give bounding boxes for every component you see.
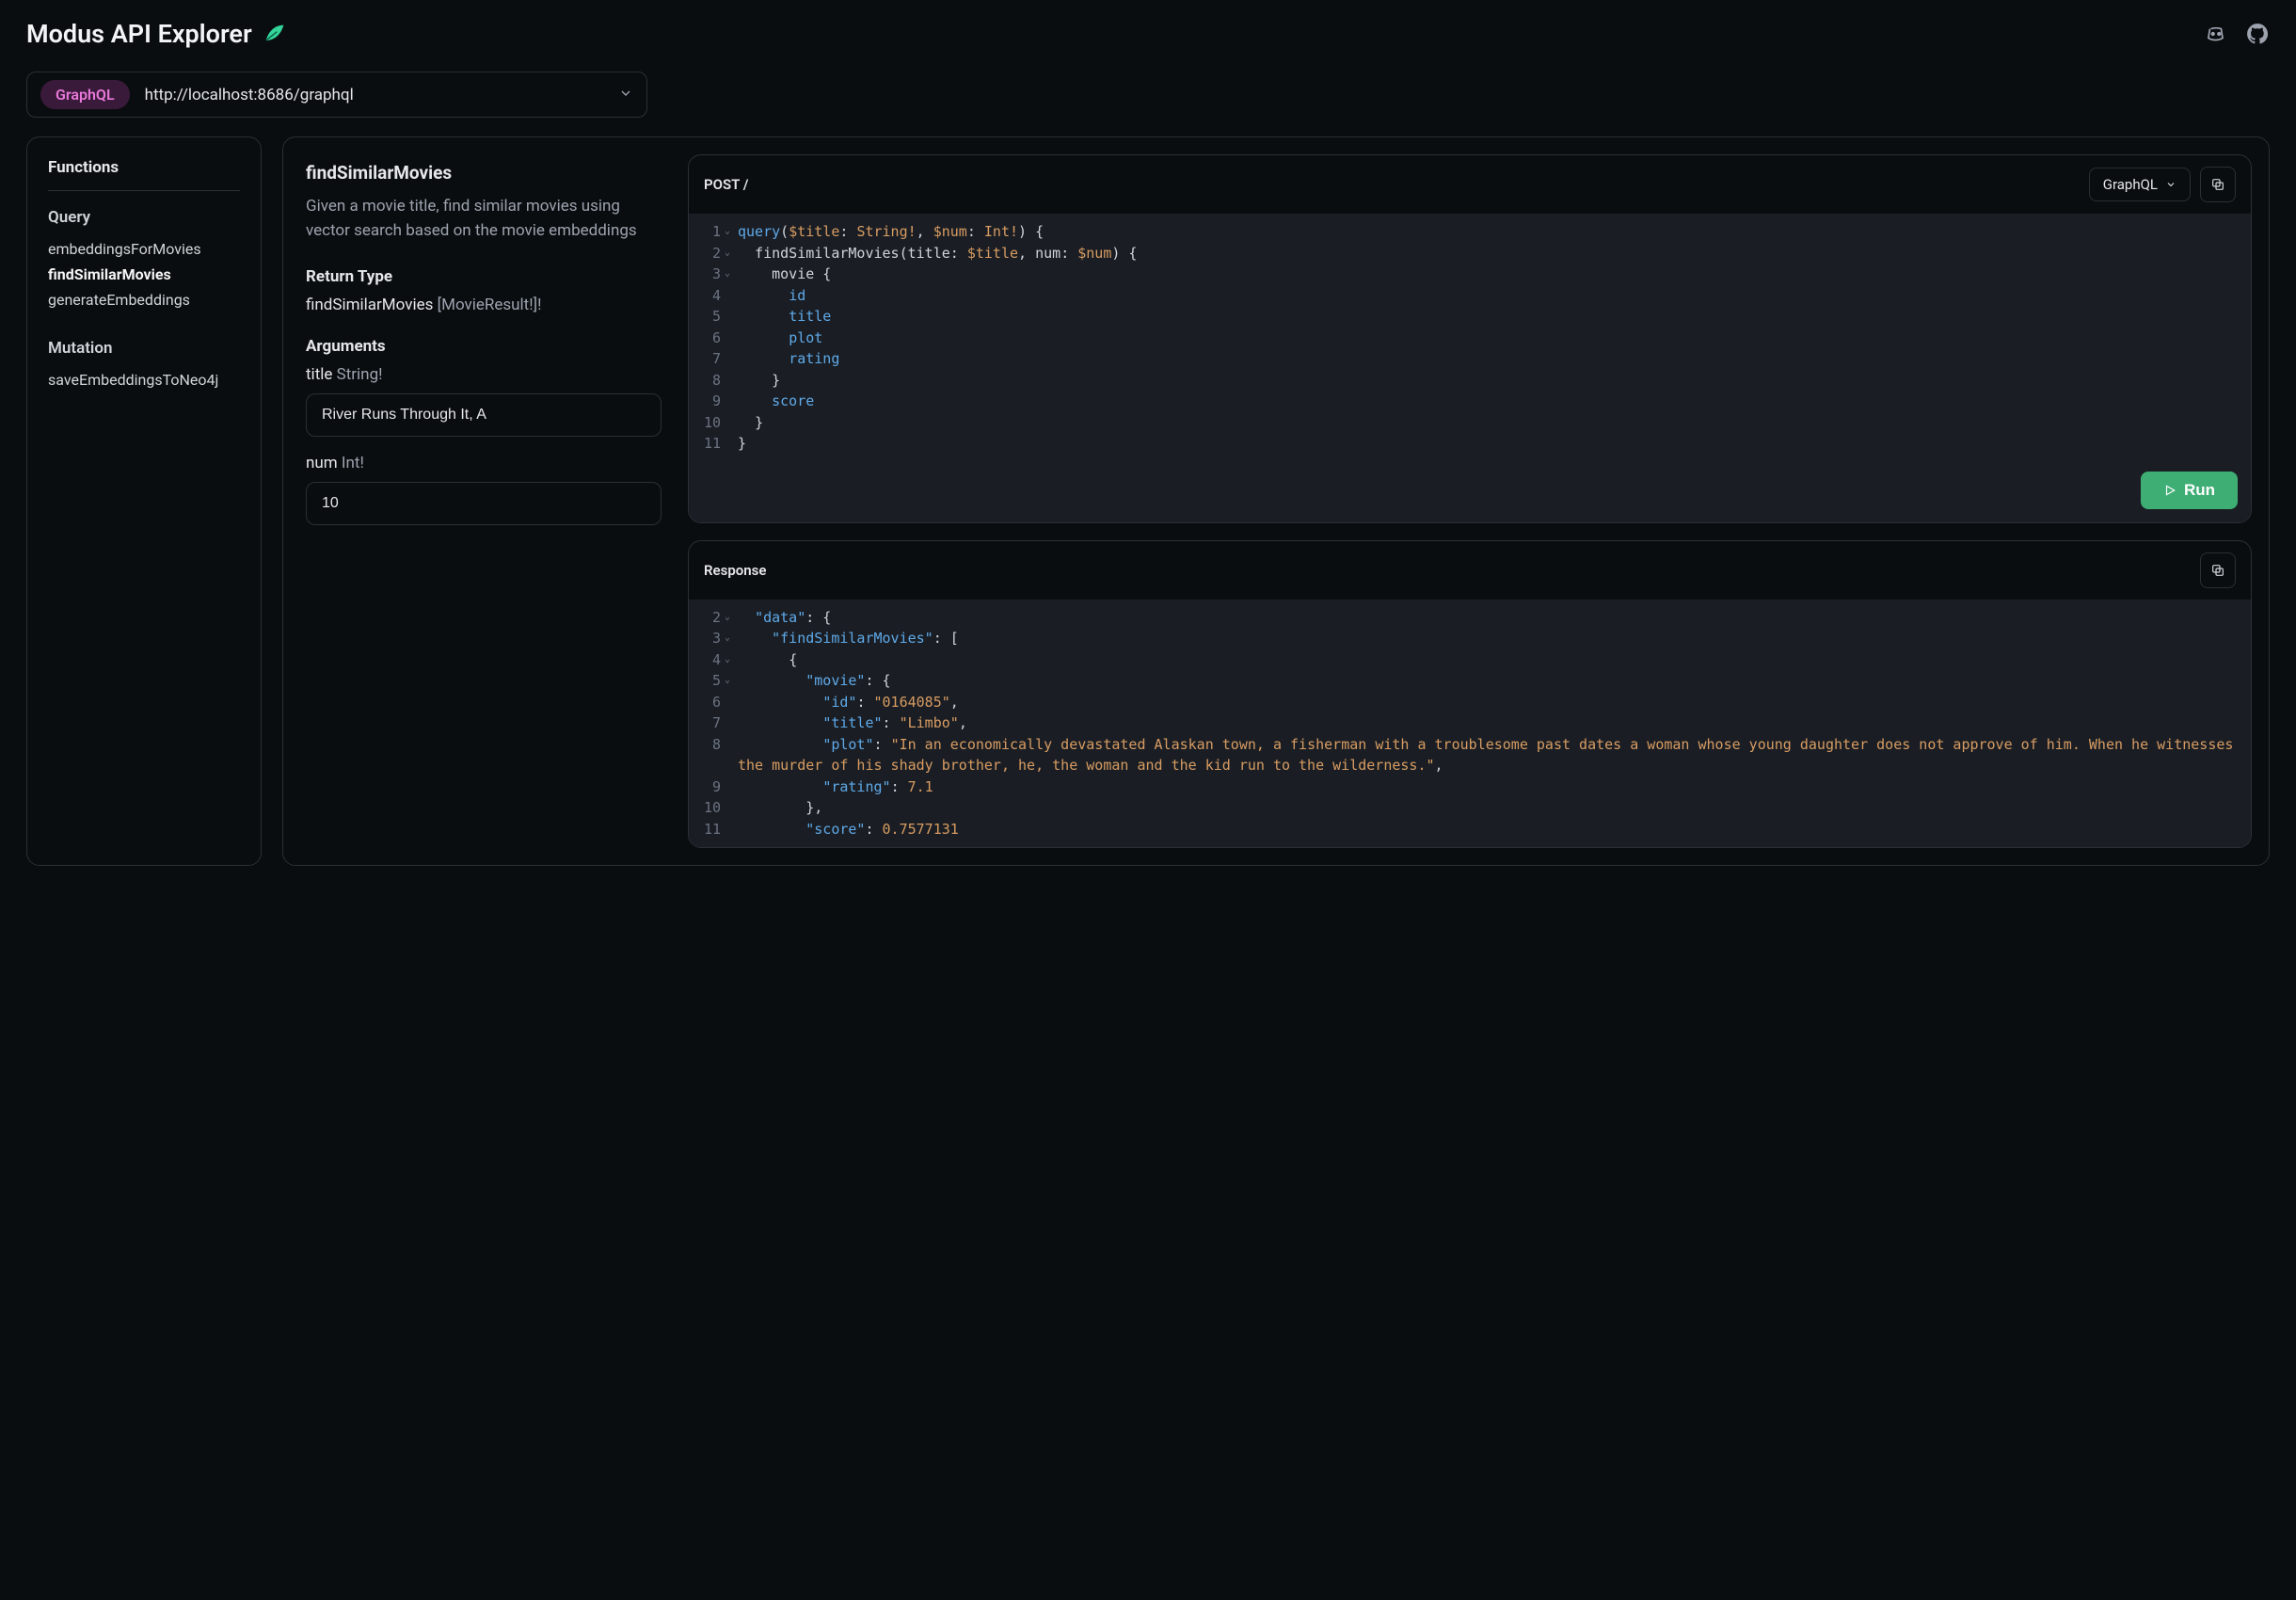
return-type-value: findSimilarMovies [MovieResult!]! — [306, 296, 662, 314]
function-name: findSimilarMovies — [306, 162, 662, 184]
language-select-label: GraphQL — [2103, 176, 2158, 193]
graphql-badge: GraphQL — [40, 80, 130, 109]
app-title-text: Modus API Explorer — [26, 19, 252, 49]
endpoint-url: http://localhost:8686/graphql — [145, 86, 354, 104]
sidebar-title: Functions — [48, 158, 240, 177]
request-panel: POST / GraphQL 1⌄query($title: String!, … — [688, 154, 2252, 523]
sidebar-section-mutation: Mutation — [48, 339, 240, 358]
response-panel: Response 2⌄ "data": {3⌄ "findSimilarMovi… — [688, 540, 2252, 849]
sidebar-section-query: Query — [48, 208, 240, 227]
request-code-editor[interactable]: 1⌄query($title: String!, $num: Int!) {2⌄… — [689, 214, 2251, 462]
chevron-down-icon — [2165, 179, 2176, 190]
request-method-path: POST / — [704, 176, 748, 193]
play-icon — [2163, 484, 2176, 497]
functions-sidebar: Functions Query embeddingsForMoviesfindSi… — [26, 136, 262, 866]
discord-icon[interactable] — [2204, 22, 2228, 46]
sidebar-item-findSimilarMovies[interactable]: findSimilarMovies — [48, 262, 240, 287]
arg-label-num: num Int! — [306, 454, 662, 472]
endpoint-selector[interactable]: GraphQL http://localhost:8686/graphql — [26, 72, 647, 118]
copy-icon — [2210, 563, 2225, 578]
copy-icon — [2210, 177, 2225, 192]
copy-request-button[interactable] — [2200, 167, 2236, 202]
github-icon[interactable] — [2245, 22, 2270, 46]
run-button-label: Run — [2184, 481, 2215, 500]
response-label: Response — [704, 562, 766, 579]
arg-label-title: title String! — [306, 365, 662, 384]
sidebar-item-generateEmbeddings[interactable]: generateEmbeddings — [48, 287, 240, 312]
function-description: Given a movie title, find similar movies… — [306, 195, 662, 243]
arguments-label: Arguments — [306, 337, 662, 356]
app-title: Modus API Explorer — [26, 19, 288, 49]
run-button[interactable]: Run — [2141, 472, 2238, 509]
sidebar-item-embeddingsForMovies[interactable]: embeddingsForMovies — [48, 236, 240, 262]
language-select[interactable]: GraphQL — [2089, 168, 2191, 201]
return-type-label: Return Type — [306, 267, 662, 286]
response-code-viewer: 2⌄ "data": {3⌄ "findSimilarMovies": [4⌄ … — [689, 600, 2251, 848]
arg-input-num[interactable] — [306, 482, 662, 525]
sidebar-item-saveEmbeddingsToNeo4j[interactable]: saveEmbeddingsToNeo4j — [48, 367, 240, 392]
modus-logo-icon — [262, 21, 288, 47]
arg-input-title[interactable] — [306, 393, 662, 437]
copy-response-button[interactable] — [2200, 552, 2236, 588]
chevron-down-icon — [618, 86, 633, 104]
